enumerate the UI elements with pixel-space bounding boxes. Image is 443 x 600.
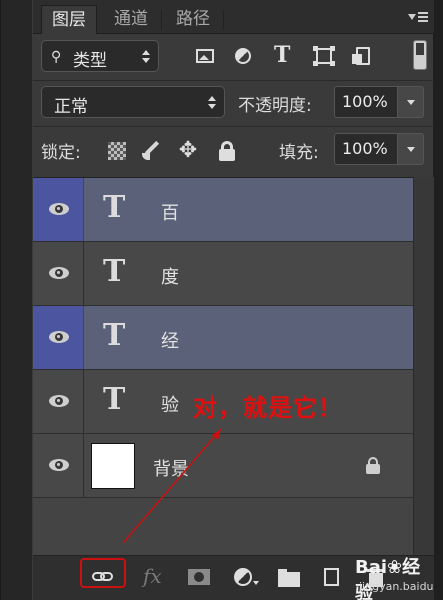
image-filter-icon[interactable]	[194, 46, 216, 66]
watermark-url: jingyan.baidu.com	[359, 580, 443, 593]
select-arrows-icon	[142, 50, 150, 64]
panel-tab-bar: 图层 通道 路径	[33, 0, 434, 34]
lock-transparency-icon[interactable]	[108, 142, 126, 160]
adjustment-filter-icon[interactable]	[232, 46, 254, 66]
lock-icon[interactable]	[365, 457, 381, 475]
watermark-brand-text: Bai	[355, 557, 388, 578]
layer-name[interactable]: 经	[161, 327, 179, 353]
visibility-toggle[interactable]	[33, 306, 84, 369]
visibility-toggle[interactable]	[33, 370, 84, 433]
layer-mask-icon[interactable]	[188, 567, 210, 587]
tab-separator	[161, 10, 162, 30]
layer-row[interactable]: T 百	[33, 178, 413, 242]
group-folder-icon[interactable]	[278, 567, 300, 587]
text-layer-icon: T	[103, 254, 126, 289]
text-layer-icon: T	[103, 318, 126, 353]
smart-object-filter-icon[interactable]	[351, 46, 373, 66]
tab-layers[interactable]: 图层	[41, 5, 97, 34]
visibility-toggle[interactable]	[33, 434, 84, 497]
layers-scrollbar[interactable]	[413, 177, 434, 555]
eye-icon	[49, 203, 69, 215]
panel-menu-icon[interactable]	[408, 10, 428, 24]
layers-window: 图层 通道 路径 ⚲ 类型 T 正常 不透明度: 100% 锁定: ✥ 填充: …	[0, 0, 443, 600]
menu-lines-icon	[418, 12, 428, 22]
new-layer-icon[interactable]	[321, 567, 343, 587]
filter-kind-label: 类型	[73, 51, 107, 71]
annotation-arrow	[122, 428, 222, 544]
lock-position-icon[interactable]: ✥	[177, 140, 199, 162]
visibility-toggle[interactable]	[33, 178, 84, 241]
opacity-dropdown-button[interactable]	[398, 86, 424, 118]
watermark-paw-icon: ❀	[387, 557, 403, 578]
adjustment-layer-icon[interactable]	[233, 567, 259, 587]
eye-icon	[49, 331, 69, 343]
layer-name[interactable]: 度	[161, 263, 179, 289]
fill-input[interactable]: 100%	[334, 133, 398, 165]
link-layers-icon[interactable]	[92, 567, 114, 587]
layer-row[interactable]: T 经	[33, 306, 413, 370]
visibility-toggle[interactable]	[33, 242, 84, 305]
divider	[33, 80, 434, 81]
layer-name[interactable]: 百	[161, 199, 179, 225]
layer-name[interactable]: 验	[161, 391, 179, 417]
eye-icon	[49, 459, 69, 471]
tab-channels[interactable]: 通道	[103, 5, 159, 34]
layers-panel: 图层 通道 路径 ⚲ 类型 T 正常 不透明度: 100% 锁定: ✥ 填充: …	[33, 0, 443, 600]
fill-dropdown-button[interactable]	[398, 133, 424, 165]
text-layer-icon: T	[103, 382, 126, 417]
tab-separator	[223, 10, 224, 30]
right-workspace-edge	[434, 0, 443, 600]
select-arrows-icon	[208, 96, 216, 110]
layer-row[interactable]: T 度	[33, 242, 413, 306]
lock-image-pixels-icon[interactable]	[141, 140, 163, 162]
search-icon: ⚲	[51, 49, 62, 65]
eye-icon	[49, 267, 69, 279]
menu-arrow-icon	[408, 14, 416, 20]
text-layer-icon: T	[103, 190, 126, 225]
blend-mode-select[interactable]: 正常	[41, 86, 225, 118]
opacity-input[interactable]: 100%	[334, 86, 398, 118]
blend-mode-label: 正常	[54, 97, 88, 117]
filter-kind-select[interactable]: ⚲ 类型	[41, 40, 159, 72]
lock-all-icon[interactable]	[217, 140, 239, 162]
layer-style-icon[interactable]: fx	[143, 564, 165, 588]
opacity-label: 不透明度:	[238, 96, 312, 116]
fill-label: 填充:	[279, 143, 319, 163]
filter-toggle-switch[interactable]	[413, 40, 427, 70]
annotation-arrow-line	[122, 428, 222, 544]
eye-icon	[49, 395, 69, 407]
tab-paths[interactable]: 路径	[165, 5, 221, 34]
shape-filter-icon[interactable]	[313, 46, 335, 66]
divider	[33, 126, 434, 127]
type-filter-icon[interactable]: T	[274, 42, 296, 68]
left-workspace-edge	[1, 0, 33, 600]
lock-label: 锁定:	[41, 143, 81, 163]
